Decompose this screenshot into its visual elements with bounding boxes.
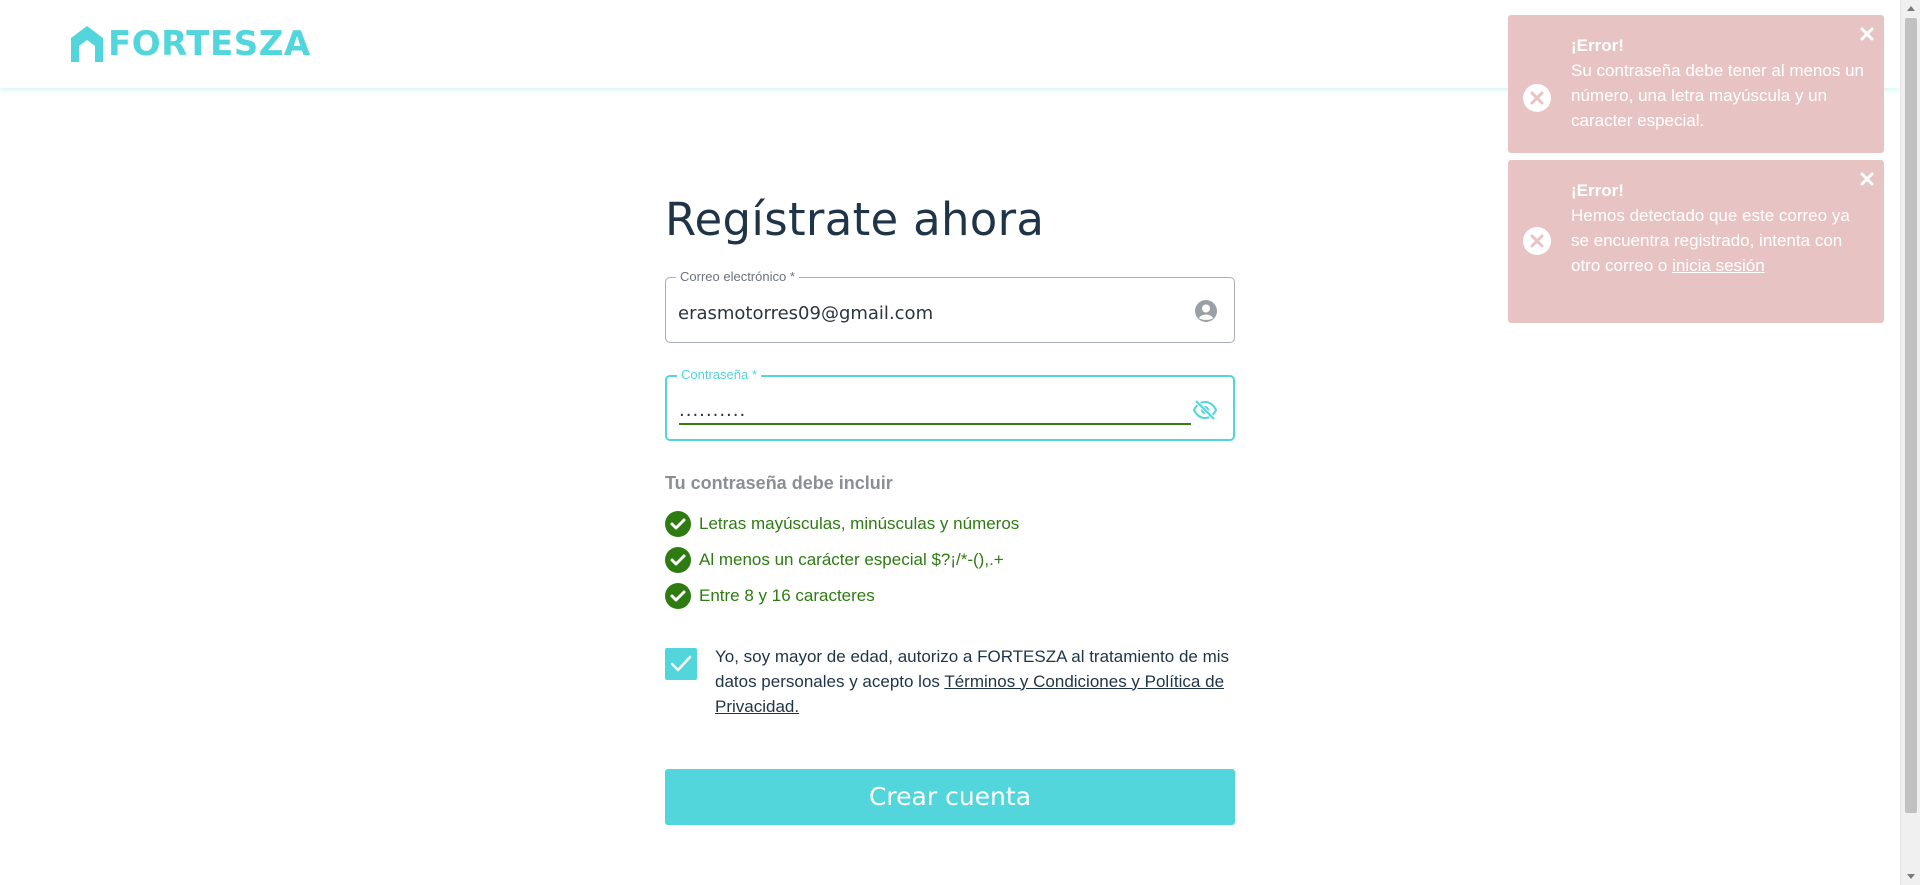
scroll-up-arrow-icon[interactable] bbox=[1907, 6, 1915, 11]
email-label: Correo electrónico * bbox=[676, 268, 799, 284]
requirement-text: Letras mayúsculas, minúsculas y números bbox=[699, 513, 1020, 533]
error-toast-password: ¡Error! Su contraseña debe tener al meno… bbox=[1508, 15, 1884, 153]
email-field[interactable]: Correo electrónico * erasmotorres09@gmai… bbox=[665, 268, 1235, 343]
requirements-title: Tu contraseña debe incluir bbox=[665, 472, 893, 493]
error-circle-icon bbox=[1523, 227, 1551, 255]
page-scrollbar[interactable] bbox=[1900, 0, 1920, 885]
login-link[interactable]: inicia sesión bbox=[1672, 256, 1765, 275]
close-icon[interactable] bbox=[1860, 172, 1874, 186]
consent-checkbox[interactable] bbox=[665, 647, 697, 680]
checkmark-icon bbox=[670, 655, 692, 671]
consent-row: Yo, soy mayor de edad, autorizo a FORTES… bbox=[665, 644, 1235, 719]
scroll-thumb[interactable] bbox=[1905, 18, 1917, 813]
create-account-button[interactable]: Crear cuenta bbox=[665, 768, 1235, 825]
eye-slash-icon[interactable] bbox=[1193, 398, 1217, 422]
password-field[interactable]: Contraseña * .......... bbox=[665, 366, 1235, 441]
house-logo-icon bbox=[71, 26, 103, 62]
fortesza-logo[interactable]: FORTESZA bbox=[68, 22, 311, 66]
toast-message: Hemos detectado que este correo ya se en… bbox=[1571, 203, 1864, 278]
logo-text: FORTESZA bbox=[108, 24, 311, 64]
error-toast-email: ¡Error! Hemos detectado que este correo … bbox=[1508, 160, 1884, 323]
toast-title: ¡Error! bbox=[1571, 181, 1624, 200]
close-icon[interactable] bbox=[1860, 27, 1874, 41]
user-circle-icon bbox=[1195, 299, 1217, 322]
requirement-item: Entre 8 y 16 caracteres bbox=[665, 582, 1235, 610]
password-label: Contraseña * bbox=[677, 366, 761, 382]
toast-message: Su contraseña debe tener al menos un núm… bbox=[1571, 61, 1864, 130]
check-circle-icon bbox=[665, 582, 691, 609]
scroll-down-arrow-icon[interactable] bbox=[1907, 874, 1915, 879]
requirement-text: Entre 8 y 16 caracteres bbox=[699, 585, 875, 605]
consent-text: Yo, soy mayor de edad, autorizo a FORTES… bbox=[715, 644, 1235, 719]
page-title: Regístrate ahora bbox=[665, 193, 1045, 246]
check-circle-icon bbox=[665, 546, 691, 573]
password-value[interactable]: .......... bbox=[679, 400, 746, 421]
email-value[interactable]: erasmotorres09@gmail.com bbox=[678, 303, 933, 324]
requirement-item: Letras mayúsculas, minúsculas y números bbox=[665, 510, 1235, 538]
check-circle-icon bbox=[665, 510, 691, 537]
toast-title: ¡Error! bbox=[1571, 36, 1624, 55]
register-form: Regístrate ahora Correo electrónico * er… bbox=[665, 195, 1235, 825]
error-circle-icon bbox=[1523, 84, 1551, 112]
password-underline bbox=[679, 422, 1191, 425]
requirement-text: Al menos un carácter especial $?¡/*-(),.… bbox=[699, 549, 1004, 569]
requirement-item: Al menos un carácter especial $?¡/*-(),.… bbox=[665, 546, 1235, 574]
